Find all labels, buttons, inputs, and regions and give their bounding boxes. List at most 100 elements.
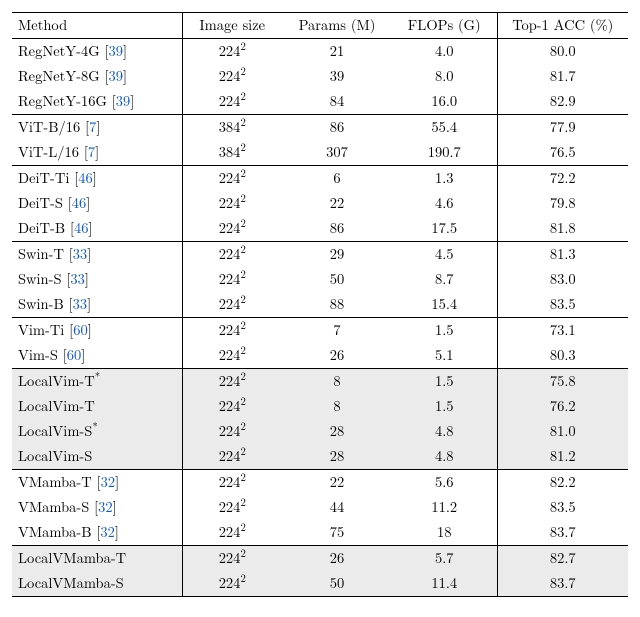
table-row: LocalVim-T*224281.575.8 <box>12 369 628 395</box>
image-size-base: 224 <box>219 193 241 213</box>
flops-cell: 4.0 <box>392 39 497 65</box>
col-acc: Top-1 ACC (%) <box>497 13 628 39</box>
table-row: Swin-B [33]22428815.483.5 <box>12 292 628 318</box>
flops-cell: 16.0 <box>392 89 497 115</box>
col-flops: FLOPs (G) <box>392 13 497 39</box>
citation-ref[interactable]: 46 <box>74 218 89 238</box>
col-image-size: Image size <box>182 13 282 39</box>
method-cell: RegNetY-16G [39] <box>12 89 182 115</box>
image-size-cell: 2242 <box>182 343 282 369</box>
acc-cell: 79.8 <box>497 191 628 216</box>
image-size-cell: 2242 <box>182 191 282 216</box>
method-cell: LocalVim-S* <box>12 419 182 444</box>
params-cell: 8 <box>282 369 392 395</box>
acc-cell: 83.0 <box>497 267 628 292</box>
method-name: Swin-B <box>18 294 64 314</box>
citation-ref[interactable]: 33 <box>73 294 88 314</box>
params-cell: 22 <box>282 191 392 216</box>
params-cell: 39 <box>282 64 392 89</box>
flops-cell: 1.5 <box>392 318 497 344</box>
image-size-cell: 3842 <box>182 140 282 166</box>
squared-exponent: 2 <box>240 140 245 155</box>
flops-cell: 18 <box>392 520 497 546</box>
squared-exponent: 2 <box>240 166 245 181</box>
image-size-cell: 2242 <box>182 166 282 192</box>
squared-exponent: 2 <box>240 470 245 485</box>
flops-cell: 17.5 <box>392 216 497 242</box>
image-size-cell: 2242 <box>182 64 282 89</box>
results-table: Method Image size Params (M) FLOPs (G) T… <box>12 12 628 597</box>
squared-exponent: 2 <box>240 64 245 79</box>
image-size-base: 224 <box>219 548 241 568</box>
flops-cell: 15.4 <box>392 292 497 318</box>
citation-ref[interactable]: 33 <box>70 269 85 289</box>
citation-ref[interactable]: 60 <box>73 320 88 340</box>
method-cell: Swin-S [33] <box>12 267 182 292</box>
flops-cell: 55.4 <box>392 115 497 141</box>
star-marker: * <box>95 369 100 384</box>
flops-cell: 1.3 <box>392 166 497 192</box>
squared-exponent: 2 <box>240 572 245 587</box>
params-cell: 7 <box>282 318 392 344</box>
table-row: DeiT-B [46]22428617.581.8 <box>12 216 628 242</box>
image-size-base: 224 <box>219 320 241 340</box>
method-name: LocalVim-S <box>18 446 92 466</box>
table-row: LocalVim-S*2242284.881.0 <box>12 419 628 444</box>
table-row: ViT-B/16 [7]38428655.477.9 <box>12 115 628 141</box>
table-row: VMamba-B [32]2242751883.7 <box>12 520 628 546</box>
params-cell: 86 <box>282 216 392 242</box>
params-cell: 28 <box>282 444 392 470</box>
citation-ref[interactable]: 7 <box>89 117 96 137</box>
table-row: LocalVim-T224281.576.2 <box>12 394 628 419</box>
method-name: Vim-S <box>18 345 58 365</box>
image-size-cell: 2242 <box>182 444 282 470</box>
citation-ref[interactable]: 32 <box>101 472 116 492</box>
image-size-base: 224 <box>219 66 241 86</box>
method-cell: Vim-S [60] <box>12 343 182 369</box>
star-marker: * <box>92 419 97 434</box>
image-size-cell: 2242 <box>182 39 282 65</box>
table-row: RegNetY-4G [39]2242214.080.0 <box>12 39 628 65</box>
acc-cell: 72.2 <box>497 166 628 192</box>
method-name: VMamba-B <box>18 522 92 542</box>
citation-ref[interactable]: 46 <box>78 168 93 188</box>
citation-ref[interactable]: 39 <box>109 41 124 61</box>
params-cell: 86 <box>282 115 392 141</box>
table-row: Vim-Ti [60]224271.573.1 <box>12 318 628 344</box>
method-cell: Vim-Ti [60] <box>12 318 182 344</box>
citation-ref[interactable]: 32 <box>100 522 115 542</box>
squared-exponent: 2 <box>240 419 245 434</box>
method-cell: DeiT-Ti [46] <box>12 166 182 192</box>
table-row: VMamba-S [32]22424411.283.5 <box>12 495 628 520</box>
squared-exponent: 2 <box>240 216 245 231</box>
params-cell: 6 <box>282 166 392 192</box>
image-size-base: 224 <box>219 91 241 111</box>
params-cell: 50 <box>282 267 392 292</box>
acc-cell: 83.7 <box>497 520 628 546</box>
flops-cell: 5.6 <box>392 470 497 496</box>
params-cell: 84 <box>282 89 392 115</box>
image-size-base: 224 <box>219 294 241 314</box>
citation-ref[interactable]: 46 <box>72 193 87 213</box>
citation-ref[interactable]: 33 <box>73 244 88 264</box>
citation-ref[interactable]: 60 <box>67 345 82 365</box>
image-size-base: 224 <box>219 168 241 188</box>
flops-cell: 8.0 <box>392 64 497 89</box>
image-size-base: 224 <box>219 218 241 238</box>
table-row: LocalVim-S2242284.881.2 <box>12 444 628 470</box>
params-cell: 44 <box>282 495 392 520</box>
flops-cell: 5.1 <box>392 343 497 369</box>
squared-exponent: 2 <box>240 343 245 358</box>
method-name: VMamba-T <box>18 472 92 492</box>
citation-ref[interactable]: 7 <box>88 142 95 162</box>
image-size-base: 384 <box>219 142 241 162</box>
acc-cell: 81.8 <box>497 216 628 242</box>
acc-cell: 77.9 <box>497 115 628 141</box>
image-size-base: 224 <box>219 41 241 61</box>
image-size-cell: 2242 <box>182 369 282 395</box>
citation-ref[interactable]: 39 <box>109 66 124 86</box>
params-cell: 22 <box>282 470 392 496</box>
citation-ref[interactable]: 39 <box>116 91 131 111</box>
citation-ref[interactable]: 32 <box>98 497 113 517</box>
image-size-base: 384 <box>219 117 241 137</box>
